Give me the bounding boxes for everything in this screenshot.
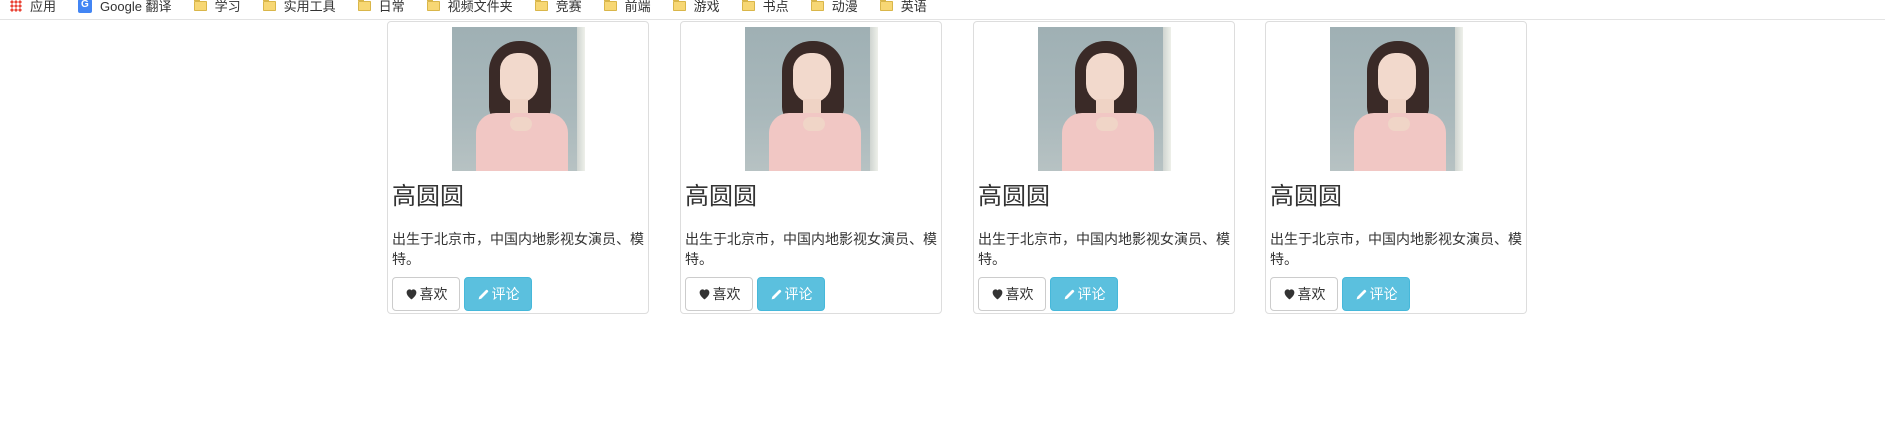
comment-button[interactable]: 评论 bbox=[1342, 277, 1410, 311]
bookmark-folder-books[interactable]: 书点 bbox=[741, 0, 789, 15]
bookmark-label: 应用 bbox=[30, 0, 57, 14]
profile-photo bbox=[1330, 27, 1463, 171]
heart-icon bbox=[1283, 288, 1296, 300]
folder-icon bbox=[534, 0, 548, 11]
bookmark-folder-tools[interactable]: 实用工具 bbox=[262, 0, 336, 15]
thumbnail-card: 高圆圆 出生于北京市，中国内地影视女演员、模特。 喜欢 评论 bbox=[680, 21, 942, 314]
card-description: 出生于北京市，中国内地影视女演员、模特。 bbox=[685, 231, 937, 267]
folder-icon bbox=[879, 0, 893, 11]
like-label: 喜欢 bbox=[1005, 286, 1034, 302]
bookmark-folder-anime[interactable]: 动漫 bbox=[810, 0, 858, 15]
bookmark-label: Google 翻译 bbox=[100, 0, 172, 14]
thumbnail-card: 高圆圆 出生于北京市，中国内地影视女演员、模特。 喜欢 评论 bbox=[1265, 21, 1527, 314]
like-button[interactable]: 喜欢 bbox=[392, 277, 460, 311]
bookmark-label: 实用工具 bbox=[283, 0, 336, 14]
google-translate-icon bbox=[78, 0, 93, 13]
folder-icon bbox=[262, 0, 276, 11]
bookmark-label: 前端 bbox=[624, 0, 651, 14]
bookmark-google-translate[interactable]: Google 翻译 bbox=[78, 0, 172, 15]
profile-photo bbox=[452, 27, 585, 171]
card-title: 高圆圆 bbox=[392, 183, 464, 210]
comment-button[interactable]: 评论 bbox=[464, 277, 532, 311]
pencil-icon bbox=[770, 288, 783, 301]
pencil-icon bbox=[1355, 288, 1368, 301]
like-label: 喜欢 bbox=[1297, 286, 1326, 302]
folder-icon bbox=[672, 0, 686, 11]
comment-label: 评论 bbox=[1369, 286, 1398, 302]
card-grid: 高圆圆 出生于北京市，中国内地影视女演员、模特。 喜欢 评论 高圆圆 出生于北京… bbox=[0, 21, 1885, 321]
thumbnail-card: 高圆圆 出生于北京市，中国内地影视女演员、模特。 喜欢 评论 bbox=[973, 21, 1235, 314]
bookmark-folder-videos[interactable]: 视频文件夹 bbox=[426, 0, 513, 15]
bookmark-folder-daily[interactable]: 日常 bbox=[357, 0, 405, 15]
folder-icon bbox=[426, 0, 440, 11]
card-title: 高圆圆 bbox=[685, 183, 757, 210]
bookmark-label: 日常 bbox=[378, 0, 405, 14]
profile-photo bbox=[1038, 27, 1171, 171]
bookmark-folder-contest[interactable]: 竞赛 bbox=[534, 0, 582, 15]
folder-icon bbox=[193, 0, 207, 11]
bookmark-label: 竞赛 bbox=[555, 0, 582, 14]
like-button[interactable]: 喜欢 bbox=[1270, 277, 1338, 311]
comment-label: 评论 bbox=[784, 286, 813, 302]
bookmark-label: 学习 bbox=[214, 0, 241, 14]
card-description: 出生于北京市，中国内地影视女演员、模特。 bbox=[978, 231, 1230, 267]
comment-label: 评论 bbox=[1077, 286, 1106, 302]
heart-icon bbox=[698, 288, 711, 300]
thumbnail-card: 高圆圆 出生于北京市，中国内地影视女演员、模特。 喜欢 评论 bbox=[387, 21, 649, 314]
folder-icon bbox=[810, 0, 824, 11]
bookmark-label: 游戏 bbox=[693, 0, 720, 14]
folder-icon bbox=[357, 0, 371, 11]
pencil-icon bbox=[1063, 288, 1076, 301]
like-label: 喜欢 bbox=[419, 286, 448, 302]
heart-icon bbox=[991, 288, 1004, 300]
bookmarks-bar: 应用 Google 翻译 学习 实用工具 日常 视频文件夹 竞赛 前端 游戏 书… bbox=[0, 0, 1885, 20]
heart-icon bbox=[405, 288, 418, 300]
like-button[interactable]: 喜欢 bbox=[685, 277, 753, 311]
bookmark-folder-english[interactable]: 英语 bbox=[879, 0, 927, 15]
card-description: 出生于北京市，中国内地影视女演员、模特。 bbox=[1270, 231, 1522, 267]
bookmark-label: 动漫 bbox=[831, 0, 858, 14]
bookmark-label: 书点 bbox=[762, 0, 789, 14]
comment-label: 评论 bbox=[491, 286, 520, 302]
like-button[interactable]: 喜欢 bbox=[978, 277, 1046, 311]
comment-button[interactable]: 评论 bbox=[757, 277, 825, 311]
apps-icon bbox=[10, 0, 22, 12]
bookmark-label: 视频文件夹 bbox=[447, 0, 513, 14]
bookmark-folder-study[interactable]: 学习 bbox=[193, 0, 241, 15]
bookmark-apps[interactable]: 应用 bbox=[10, 0, 56, 15]
bookmark-label: 英语 bbox=[900, 0, 927, 14]
card-description: 出生于北京市，中国内地影视女演员、模特。 bbox=[392, 231, 644, 267]
bookmark-folder-frontend[interactable]: 前端 bbox=[603, 0, 651, 15]
pencil-icon bbox=[477, 288, 490, 301]
bookmark-folder-games[interactable]: 游戏 bbox=[672, 0, 720, 15]
card-title: 高圆圆 bbox=[1270, 183, 1342, 210]
profile-photo bbox=[745, 27, 878, 171]
card-title: 高圆圆 bbox=[978, 183, 1050, 210]
like-label: 喜欢 bbox=[712, 286, 741, 302]
folder-icon bbox=[741, 0, 755, 11]
folder-icon bbox=[603, 0, 617, 11]
comment-button[interactable]: 评论 bbox=[1050, 277, 1118, 311]
